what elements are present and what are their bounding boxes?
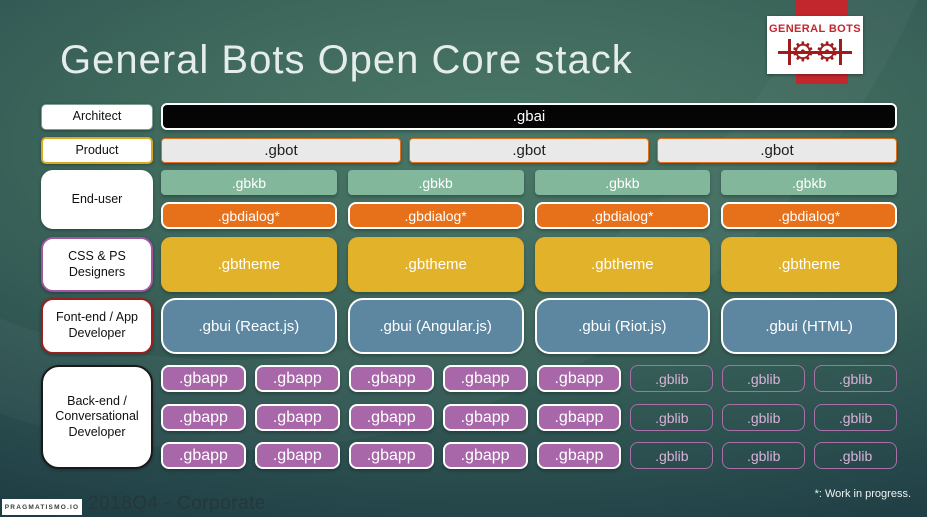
stack-box-gbapp: .gbapp	[348, 365, 434, 392]
stack-row-gbdialog: .gbdialog* .gbdialog* .gbdialog* .gbdial…	[161, 202, 897, 229]
stack-box-gbui-riot: .gbui (Riot.js)	[534, 298, 711, 354]
stack-box-gblib: .gblib	[630, 404, 714, 431]
stack-box-gblib: .gblib	[722, 442, 806, 469]
stack-box-gbdialog: .gbdialog*	[534, 202, 711, 229]
logo-brand-text: GENERAL BOTS	[769, 22, 861, 35]
stack-box-gblib: .gblib	[630, 442, 714, 469]
page-title: General Bots Open Core stack	[60, 38, 633, 82]
stack-row-gbtheme: .gbtheme .gbtheme .gbtheme .gbtheme	[161, 237, 897, 292]
stack-box-gbapp: .gbapp	[442, 404, 528, 431]
role-label-text: Architect	[72, 109, 122, 124]
stack-box-gbapp: .gbapp	[254, 365, 340, 392]
role-label-frontend-app-developer: Font-end / App Developer	[41, 298, 153, 354]
stack-box-gbdialog: .gbdialog*	[347, 202, 524, 229]
stack-row-gbai: .gbai	[161, 103, 897, 130]
role-label-css-ps-designers: CSS & PS Designers	[41, 237, 153, 292]
gear-glyph: ⚙	[790, 36, 815, 67]
stack-box-gbapp: .gbapp	[161, 404, 246, 431]
gear-icon: ⚙ ⚙	[776, 36, 854, 68]
stack-box-gbui-react: .gbui (React.js)	[161, 298, 337, 354]
stack-box-gblib: .gblib	[814, 365, 897, 392]
stack-box-gbtheme: .gbtheme	[721, 237, 897, 292]
stack-box-gbui-html: .gbui (HTML)	[721, 298, 897, 354]
stack-box-gbapp: .gbapp	[348, 404, 434, 431]
role-label-text: End-user	[71, 191, 123, 206]
stack-box-gbtheme: .gbtheme	[161, 237, 337, 292]
slide-version-text: 2018Q4 - Corporate	[88, 493, 266, 514]
role-label-text: CSS & PS Designers	[68, 248, 126, 279]
stack-box-gbkb: .gbkb	[347, 170, 524, 195]
stack-box-gbkb: .gbkb	[721, 170, 897, 195]
stack-row-gbapp-3: .gbapp .gbapp .gbapp .gbapp .gbapp .gbli…	[161, 442, 897, 469]
stack-row-gbui: .gbui (React.js) .gbui (Angular.js) .gbu…	[161, 298, 897, 354]
work-in-progress-note: *: Work in progress.	[814, 488, 911, 500]
stack-box-gbtheme: .gbtheme	[534, 237, 711, 292]
stack-box-gbot: .gbot	[161, 138, 401, 163]
slide-background: General Bots Open Core stack GENERAL BOT…	[0, 0, 927, 517]
stack-box-gblib: .gblib	[722, 404, 806, 431]
stack-box-gbot: .gbot	[409, 138, 649, 163]
stack-box-gbapp: .gbapp	[536, 404, 622, 431]
gear-glyph: ⚙	[815, 36, 840, 67]
stack-box-gbapp: .gbapp	[161, 442, 246, 469]
stack-box-gbapp: .gbapp	[348, 442, 434, 469]
stack-box-gblib: .gblib	[814, 442, 897, 469]
general-bots-logo: GENERAL BOTS ⚙ ⚙	[767, 16, 863, 74]
stack-box-gbapp: .gbapp	[536, 442, 622, 469]
role-label-architect: Architect	[41, 104, 153, 130]
stack-box-gblib: .gblib	[814, 404, 897, 431]
role-label-product: Product	[41, 137, 153, 164]
stack-box-gbot: .gbot	[657, 138, 897, 163]
role-label-backend-conversational-developer: Back-end / Conversational Developer	[41, 365, 153, 469]
stack-box-gbdialog: .gbdialog*	[721, 202, 897, 229]
role-label-text: Back-end / Conversational Developer	[55, 393, 139, 439]
stack-box-gbapp: .gbapp	[536, 365, 622, 392]
stack-box-gblib: .gblib	[630, 365, 714, 392]
role-label-end-user: End-user	[41, 170, 153, 229]
stack-box-gbapp: .gbapp	[442, 442, 528, 469]
pragmatismo-logo: PRAGMATISMO.IO	[2, 499, 82, 515]
stack-box-gbapp: .gbapp	[161, 365, 246, 392]
stack-box-gbapp: .gbapp	[254, 404, 340, 431]
stack-box-gbtheme: .gbtheme	[347, 237, 524, 292]
stack-box-gbapp: .gbapp	[442, 365, 528, 392]
stack-box-gbkb: .gbkb	[161, 170, 337, 195]
stack-row-gbkb: .gbkb .gbkb .gbkb .gbkb	[161, 170, 897, 195]
stack-box-gbai: .gbai	[161, 103, 897, 130]
stack-box-gbdialog: .gbdialog*	[161, 202, 337, 229]
role-label-text: Font-end / App Developer	[55, 310, 138, 340]
role-label-text: Product	[75, 142, 119, 157]
stack-box-gbkb: .gbkb	[534, 170, 711, 195]
stack-box-gbapp: .gbapp	[254, 442, 340, 469]
stack-row-gbapp-1: .gbapp .gbapp .gbapp .gbapp .gbapp .gbli…	[161, 365, 897, 392]
stack-row-gbapp-2: .gbapp .gbapp .gbapp .gbapp .gbapp .gbli…	[161, 404, 897, 431]
stack-row-gbot: .gbot .gbot .gbot	[161, 138, 897, 163]
stack-box-gblib: .gblib	[722, 365, 806, 392]
stack-box-gbui-angular: .gbui (Angular.js)	[347, 298, 524, 354]
